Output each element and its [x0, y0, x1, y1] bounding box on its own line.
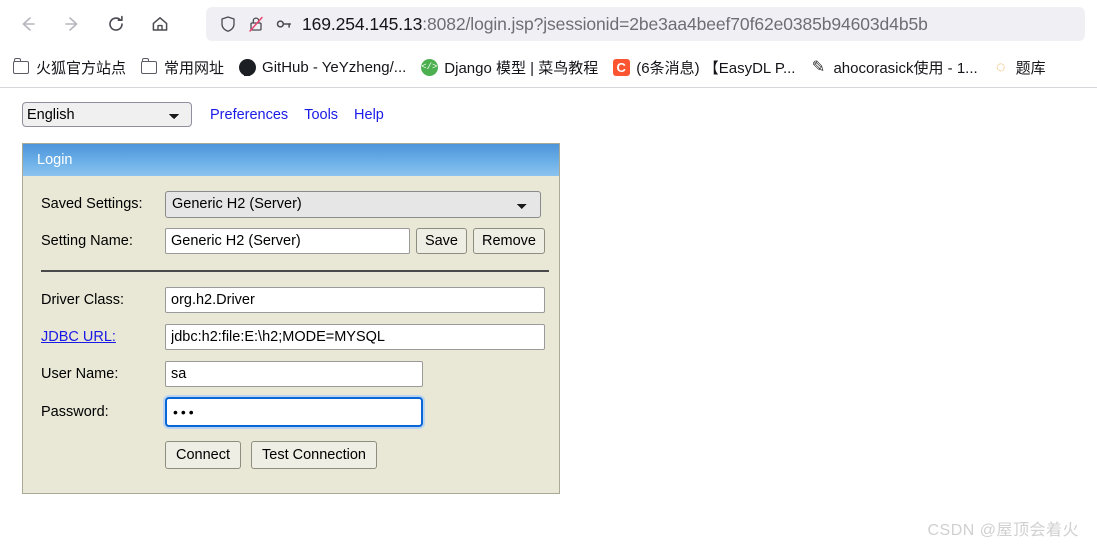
- csdn-icon: C: [612, 59, 630, 77]
- cnblogs-icon: ✎: [811, 58, 826, 76]
- login-form: Saved Settings: Generic H2 (Server) Sett…: [23, 176, 559, 493]
- bookmark-label: 火狐官方站点: [36, 60, 127, 77]
- password-label: Password:: [41, 404, 109, 420]
- jdbc-url-input[interactable]: [165, 324, 545, 350]
- back-button[interactable]: [8, 7, 48, 41]
- saved-settings-label: Saved Settings:: [41, 196, 143, 212]
- connect-button[interactable]: Connect: [165, 441, 242, 469]
- saved-settings-select[interactable]: Generic H2 (Server): [165, 190, 541, 218]
- shield-icon[interactable]: [214, 13, 242, 35]
- panel-title: Login: [23, 144, 559, 176]
- bookmark-common-sites[interactable]: 常用网址: [134, 54, 230, 82]
- user-name-input[interactable]: [165, 361, 423, 387]
- browser-chrome: 169.254.145.13:8082/login.jsp?jsessionid…: [0, 0, 1097, 88]
- bookmark-label: Django 模型 | 菜鸟教程: [444, 60, 599, 77]
- forward-button[interactable]: [52, 7, 92, 41]
- bookmark-label: 常用网址: [164, 60, 225, 77]
- row-driver-class: Driver Class:: [37, 286, 545, 314]
- reload-button[interactable]: [96, 7, 136, 41]
- bookmark-cnblogs[interactable]: ✎ ahocorasick使用 - 1...: [803, 54, 983, 82]
- language-select[interactable]: English: [22, 102, 192, 127]
- bookmark-label: ahocorasick使用 - 1...: [833, 60, 978, 77]
- setting-name-input[interactable]: [165, 228, 410, 254]
- reload-icon: [106, 14, 126, 34]
- navigation-toolbar: 169.254.145.13:8082/login.jsp?jsessionid…: [0, 0, 1097, 48]
- row-password: Password: •••: [37, 397, 545, 427]
- home-button[interactable]: [140, 7, 180, 41]
- url-host: 169.254.145.13: [302, 13, 423, 34]
- key-icon[interactable]: [270, 13, 298, 35]
- django-icon: </>: [420, 59, 438, 77]
- console-toolbar: English Preferences Tools Help: [0, 88, 1097, 127]
- github-icon: [238, 59, 256, 77]
- bookmark-label: (6条消息) 【EasyDL P...: [636, 60, 796, 77]
- setting-name-label: Setting Name:: [41, 233, 133, 249]
- lock-crossed-icon[interactable]: [242, 13, 270, 35]
- form-divider: [37, 264, 549, 286]
- watermark: CSDN @屋顶会着火: [927, 522, 1079, 539]
- row-setting-name: Setting Name: Save Remove: [37, 227, 545, 255]
- row-user-name: User Name:: [37, 360, 545, 388]
- bookmark-firefox-official[interactable]: 火狐官方站点: [6, 54, 132, 82]
- bookmark-tiku[interactable]: ◌ 题库: [986, 54, 1052, 82]
- url-text[interactable]: 169.254.145.13:8082/login.jsp?jsessionid…: [298, 14, 928, 35]
- console-menu: Preferences Tools Help: [210, 107, 384, 123]
- remove-button[interactable]: Remove: [473, 228, 545, 254]
- bookmark-csdn[interactable]: C (6条消息) 【EasyDL P...: [606, 54, 801, 82]
- password-masked-value: •••: [173, 404, 197, 420]
- menu-item-help[interactable]: Help: [354, 107, 384, 123]
- test-connection-button[interactable]: Test Connection: [251, 441, 377, 469]
- row-jdbc-url: JDBC URL:: [37, 323, 545, 351]
- bookmark-label: GitHub - YeYzheng/...: [262, 59, 407, 76]
- forward-arrow-icon: [62, 14, 82, 34]
- home-icon: [150, 14, 170, 34]
- driver-class-input[interactable]: [165, 287, 545, 313]
- jdbc-url-label[interactable]: JDBC URL:: [37, 329, 165, 345]
- folder-icon: [12, 58, 30, 77]
- address-bar[interactable]: 169.254.145.13:8082/login.jsp?jsessionid…: [206, 7, 1085, 41]
- form-actions: Connect Test Connection: [37, 441, 545, 469]
- folder-icon: [140, 58, 158, 77]
- user-name-label: User Name:: [41, 366, 119, 382]
- menu-item-tools[interactable]: Tools: [304, 107, 338, 123]
- bookmark-django[interactable]: </> Django 模型 | 菜鸟教程: [414, 54, 604, 82]
- url-path: :8082/login.jsp?jsessionid=2be3aa4beef70…: [422, 13, 928, 34]
- driver-class-label: Driver Class:: [41, 292, 124, 308]
- back-arrow-icon: [18, 14, 38, 34]
- tiku-icon: ◌: [995, 58, 1006, 76]
- bookmark-label: 题库: [1015, 60, 1046, 77]
- menu-item-preferences[interactable]: Preferences: [210, 107, 288, 123]
- password-input[interactable]: •••: [165, 397, 423, 427]
- bookmark-github[interactable]: GitHub - YeYzheng/...: [232, 54, 412, 82]
- login-panel: Login Saved Settings: Generic H2 (Server…: [22, 143, 560, 494]
- save-button[interactable]: Save: [415, 228, 467, 254]
- row-saved-settings: Saved Settings: Generic H2 (Server): [37, 190, 545, 218]
- page-content: English Preferences Tools Help Login Sav…: [0, 88, 1097, 554]
- bookmarks-bar: 火狐官方站点 常用网址 GitHub - YeYzheng/... </> Dj…: [0, 48, 1097, 88]
